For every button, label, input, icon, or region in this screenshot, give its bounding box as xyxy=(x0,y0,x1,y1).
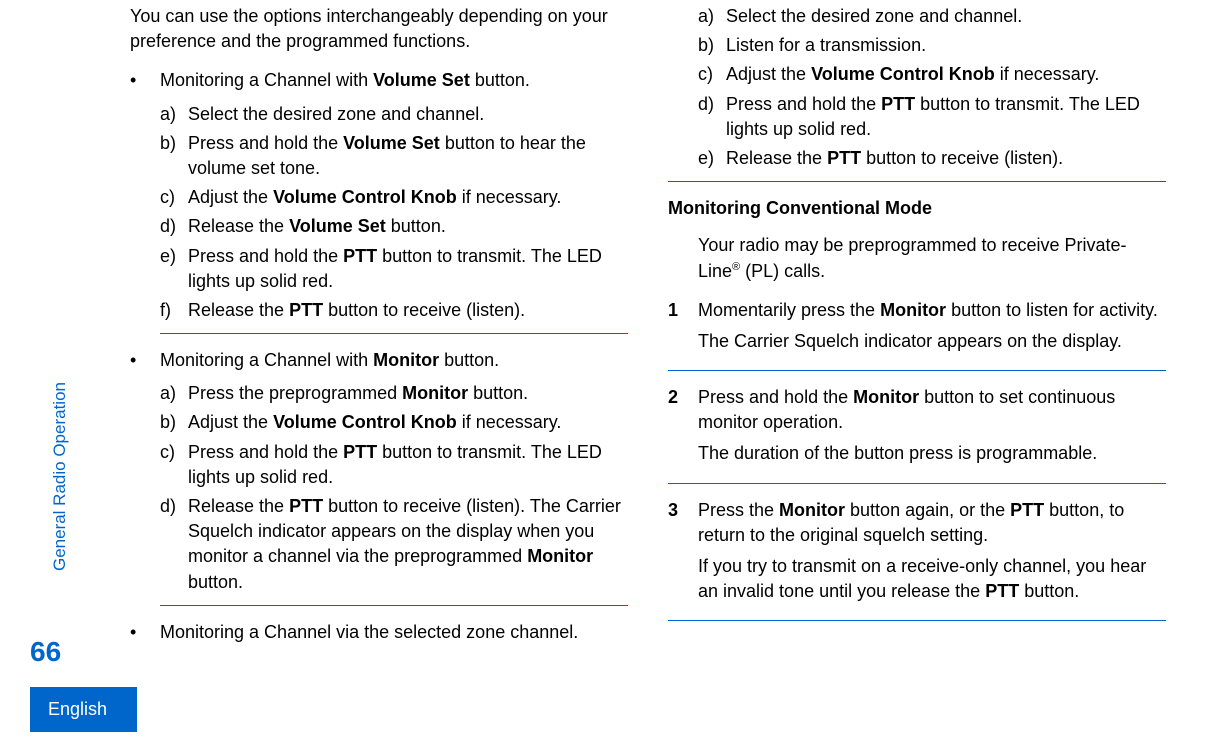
divider xyxy=(668,483,1166,484)
bullet-volume-set: • Monitoring a Channel with Volume Set b… xyxy=(130,68,628,323)
step-a: Select the desired zone and channel. xyxy=(726,4,1166,29)
section-label: General Radio Operation xyxy=(48,382,72,571)
body-paragraph: Your radio may be preprogrammed to recei… xyxy=(698,233,1166,283)
subheading-conventional: Monitoring Conventional Mode xyxy=(668,196,1166,221)
step-c: Adjust the Volume Control Knob if necess… xyxy=(188,185,628,210)
step-d: Release the Volume Set button. xyxy=(188,214,628,239)
right-column: a)Select the desired zone and channel. b… xyxy=(668,4,1166,746)
step-d: Release the PTT button to receive (liste… xyxy=(188,494,628,595)
step-2: 2 Press and hold the Monitor button to s… xyxy=(668,385,1166,473)
divider xyxy=(160,333,628,334)
language-tab: English xyxy=(30,687,137,732)
left-margin: General Radio Operation 66 English xyxy=(0,0,75,746)
step-b: Press and hold the Volume Set button to … xyxy=(188,131,628,181)
bullet-mark: • xyxy=(130,68,160,93)
step-d: Press and hold the PTT button to transmi… xyxy=(726,92,1166,142)
bullet-mark: • xyxy=(130,348,160,373)
bullet-text: Monitoring a Channel with Monitor button… xyxy=(160,348,628,373)
step-a: Select the desired zone and channel. xyxy=(188,102,628,127)
step-1: 1 Momentarily press the Monitor button t… xyxy=(668,298,1166,360)
step-c: Press and hold the PTT button to transmi… xyxy=(188,440,628,490)
step-a: Press the preprogrammed Monitor button. xyxy=(188,381,628,406)
divider xyxy=(668,370,1166,371)
bullet-text: Monitoring a Channel with Volume Set but… xyxy=(160,68,628,93)
divider xyxy=(668,620,1166,621)
bullet-monitor: • Monitoring a Channel with Monitor butt… xyxy=(130,348,628,595)
step-b: Listen for a transmission. xyxy=(726,33,1166,58)
step-e: Press and hold the PTT button to transmi… xyxy=(188,244,628,294)
page-number: 66 xyxy=(30,632,61,671)
bullet-zone-channel: • Monitoring a Channel via the selected … xyxy=(130,620,628,645)
step-e: Release the PTT button to receive (liste… xyxy=(726,146,1166,171)
divider xyxy=(668,181,1166,182)
bullet-mark: • xyxy=(130,620,160,645)
content-area: You can use the options interchangeably … xyxy=(75,0,1206,746)
step-b: Adjust the Volume Control Knob if necess… xyxy=(188,410,628,435)
step-c: Adjust the Volume Control Knob if necess… xyxy=(726,62,1166,87)
intro-paragraph: You can use the options interchangeably … xyxy=(130,4,628,54)
step-3: 3 Press the Monitor button again, or the… xyxy=(668,498,1166,611)
bullet-text: Monitoring a Channel via the selected zo… xyxy=(160,620,628,645)
divider xyxy=(160,605,628,606)
step-f: Release the PTT button to receive (liste… xyxy=(188,298,628,323)
left-column: You can use the options interchangeably … xyxy=(130,4,628,746)
